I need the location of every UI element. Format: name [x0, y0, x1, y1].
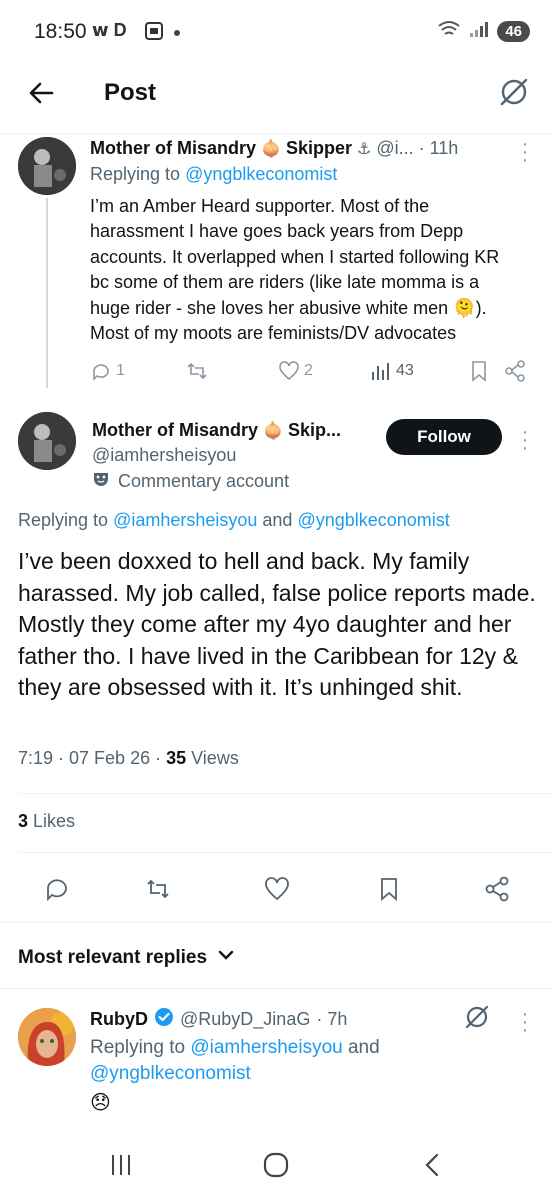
- timestamp: · 11h: [418, 138, 459, 158]
- avatar[interactable]: [18, 137, 76, 195]
- display-name[interactable]: Mother of Misandry: [92, 420, 258, 441]
- battery-indicator: 46: [497, 21, 530, 42]
- recent-apps-icon[interactable]: [108, 1152, 134, 1183]
- handle[interactable]: @i...: [376, 138, 413, 159]
- views-icon: [372, 363, 389, 380]
- account-label-row: Commentary account: [92, 470, 289, 493]
- divider: [18, 793, 554, 794]
- replying-to: Replying to @yngblkeconomist: [90, 164, 337, 185]
- status-right: 46: [437, 19, 530, 44]
- reply-button[interactable]: 1: [90, 360, 125, 382]
- replying-and: and: [257, 510, 298, 530]
- reply-icon: [93, 364, 109, 381]
- replying-and: and: [342, 1037, 380, 1058]
- avatar[interactable]: [18, 1008, 76, 1066]
- reply-sort-dropdown[interactable]: Most relevant replies: [18, 946, 235, 969]
- post-text: I’ve been doxxed to hell and back. My fa…: [18, 548, 536, 700]
- emoji-badge-icon: 🧅: [263, 422, 283, 440]
- anchor-icon: ⚓: [356, 140, 372, 158]
- thread-line: [46, 198, 48, 388]
- status-time: 18:50: [34, 20, 87, 43]
- more-options-icon[interactable]: · · ·: [520, 1004, 530, 1040]
- views-count: 43: [396, 362, 414, 379]
- replying-to-link[interactable]: @yngblkeconomist: [297, 510, 449, 530]
- bookmark-icon[interactable]: [468, 360, 490, 387]
- main-post-name-row: Mother of Misandry 🧅 Skip...: [92, 420, 382, 441]
- reply-text: 😞: [90, 1092, 111, 1114]
- display-name[interactable]: RubyD: [90, 1009, 148, 1030]
- parent-reply-header: Mother of Misandry 🧅 Skipper ⚓ @i... · 1…: [90, 138, 510, 159]
- heart-icon: [279, 361, 299, 381]
- like-button[interactable]: 2: [278, 360, 313, 382]
- screenshot-icon: [144, 21, 164, 46]
- verified-badge-icon: [154, 1007, 174, 1032]
- replying-to-link[interactable]: @yngblkeconomist: [185, 164, 337, 184]
- reply-count: 1: [116, 362, 125, 379]
- like-count: 2: [304, 362, 313, 379]
- repost-button[interactable]: [186, 360, 212, 382]
- tweet-text: I’m an Amber Heard supporter. Most of th…: [90, 196, 500, 344]
- replying-to-link[interactable]: @yngblkeconomist: [90, 1063, 251, 1084]
- back-arrow-icon[interactable]: [26, 78, 56, 108]
- replying-to: Replying to @iamhersheisyou and @yngblke…: [18, 510, 450, 531]
- post-header: Post: [0, 66, 554, 134]
- repost-icon[interactable]: [145, 876, 171, 907]
- reply-icon[interactable]: [44, 876, 70, 907]
- avatar[interactable]: [18, 412, 76, 470]
- display-name-suffix[interactable]: Skip...: [288, 420, 341, 441]
- replying-to-link[interactable]: @iamhersheisyou: [190, 1037, 342, 1058]
- display-name-suffix[interactable]: Skipper: [286, 138, 352, 159]
- reply-header: RubyD @RubyD_JinaG · 7h: [90, 1007, 347, 1032]
- timestamp: · 7h: [316, 1009, 348, 1029]
- likes-stat[interactable]: 3 Likes: [18, 811, 75, 832]
- wifi-icon: [437, 19, 461, 44]
- reply-sort-label: Most relevant replies: [18, 946, 208, 968]
- theater-masks-icon: [92, 470, 110, 493]
- share-icon[interactable]: [504, 360, 526, 387]
- home-icon[interactable]: [262, 1151, 290, 1184]
- heart-icon[interactable]: [264, 876, 290, 907]
- action-bar: 1 2 43: [90, 360, 530, 386]
- commentary-account-label: Commentary account: [118, 471, 290, 491]
- dot-icon: [174, 30, 180, 36]
- post-meta: 7:19 · 07 Feb 26 · 35 Views: [18, 748, 239, 769]
- back-icon[interactable]: [420, 1152, 444, 1183]
- signal-icon: [469, 20, 489, 43]
- bookmark-icon[interactable]: [376, 876, 402, 907]
- post-views-count: 35: [166, 748, 187, 768]
- post-views-label: Views: [186, 748, 239, 768]
- replying-to-label: Replying to: [90, 164, 186, 184]
- system-nav-bar: [0, 1130, 554, 1200]
- more-options-icon[interactable]: · · ·: [520, 134, 530, 170]
- post-timestamp: 7:19 · 07 Feb 26 ·: [18, 748, 167, 768]
- replying-to-label: Replying to: [18, 510, 114, 530]
- divider: [0, 922, 554, 923]
- views-button[interactable]: 43: [370, 360, 414, 382]
- likes-count: 3: [18, 811, 29, 831]
- grok-icon[interactable]: [462, 1002, 492, 1037]
- likes-label: Likes: [28, 811, 76, 831]
- replying-to-link[interactable]: @iamhersheisyou: [113, 510, 257, 530]
- divider: [18, 852, 554, 853]
- grok-icon[interactable]: [496, 74, 532, 110]
- display-name[interactable]: Mother of Misandry: [90, 138, 256, 159]
- replying-to: Replying to @iamhersheisyou and @yngblkec…: [90, 1035, 510, 1086]
- follow-button[interactable]: Follow: [386, 419, 502, 455]
- more-options-icon[interactable]: · · ·: [520, 422, 530, 458]
- page-title: Post: [104, 79, 157, 106]
- share-icon[interactable]: [484, 876, 510, 907]
- chevron-down-icon: [217, 946, 235, 969]
- notification-icons: 𝘄 D: [92, 20, 127, 40]
- emoji-badge-icon: 🧅: [261, 140, 281, 158]
- replying-to-label: Replying to: [90, 1037, 191, 1058]
- repost-icon: [187, 362, 207, 380]
- divider: [0, 988, 554, 989]
- status-bar: 18:50 𝘄 D 46: [0, 0, 554, 66]
- handle[interactable]: @RubyD_JinaG: [180, 1009, 310, 1030]
- handle[interactable]: @iamhersheisyou: [92, 445, 236, 466]
